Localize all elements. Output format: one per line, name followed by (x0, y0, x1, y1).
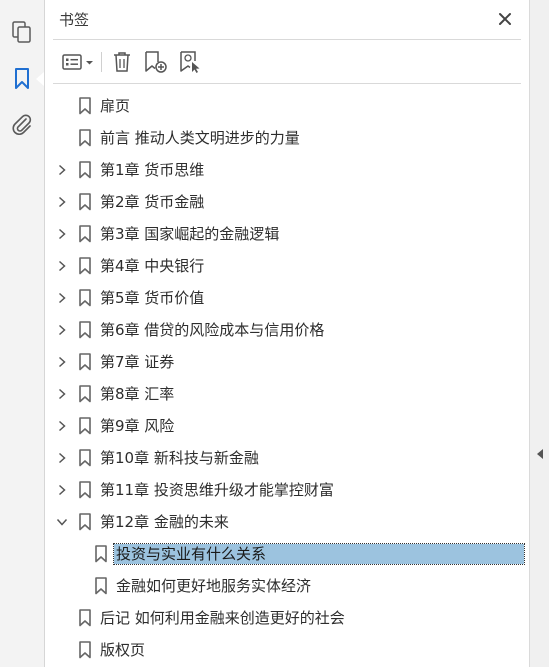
attachment-icon (12, 114, 32, 135)
bookmark-icon (78, 225, 92, 243)
bookmark-icon (78, 321, 92, 339)
bookmark-label: 第3章 国家崛起的金融逻辑 (100, 225, 280, 243)
bookmarks-panel-button[interactable] (8, 65, 36, 93)
chevron-right-icon[interactable] (55, 259, 69, 273)
bookmark-icon (78, 641, 92, 659)
bookmark-child-item[interactable]: 投资与实业有什么关系 (45, 538, 529, 570)
bookmark-label: 版权页 (100, 641, 146, 659)
bookmark-icon (78, 385, 92, 403)
find-current-bookmark-icon (180, 51, 200, 73)
chevron-right-icon[interactable] (55, 483, 69, 497)
left-tool-strip (0, 0, 45, 667)
bookmark-label: 第11章 投资思维升级才能掌控财富 (100, 481, 334, 499)
bookmark-label: 第10章 新科技与新金融 (100, 449, 259, 467)
bookmark-icon (78, 289, 92, 307)
bookmarks-toolbar (45, 40, 529, 83)
bookmark-item[interactable]: 版权页 (45, 634, 529, 666)
bookmark-item[interactable]: 第11章 投资思维升级才能掌控财富 (45, 474, 529, 506)
pages-icon (12, 21, 31, 43)
bookmark-item[interactable]: 第2章 货币金融 (45, 186, 529, 218)
bookmark-icon (78, 97, 92, 115)
bookmark-item[interactable]: 后记 如何利用金融来创造更好的社会 (45, 602, 529, 634)
bookmark-label: 第6章 借贷的风险成本与信用价格 (100, 321, 325, 339)
bookmark-item[interactable]: 第12章 金融的未来 (45, 506, 529, 538)
bookmarks-panel: 书签 扉页 前言 推动人类文明进步的力量 第1章 货币思维 第2章 货币金融 第… (45, 0, 529, 667)
bookmark-label: 第12章 金融的未来 (100, 513, 229, 531)
bookmark-icon (78, 129, 92, 147)
page-thumbnails-button[interactable] (8, 18, 36, 46)
bookmark-label: 扉页 (100, 97, 131, 115)
chevron-down-icon[interactable] (55, 515, 69, 529)
bookmark-label: 第7章 证券 (100, 353, 175, 371)
options-menu-button[interactable] (59, 48, 97, 76)
bookmark-item[interactable]: 第6章 借贷的风险成本与信用价格 (45, 314, 529, 346)
bookmark-icon (78, 449, 92, 467)
bookmark-label: 第8章 汇率 (100, 385, 175, 403)
bookmark-label: 第4章 中央银行 (100, 257, 205, 275)
find-current-bookmark-button[interactable] (178, 48, 204, 76)
collapse-panel-arrow-icon[interactable] (537, 449, 543, 459)
chevron-right-icon[interactable] (55, 323, 69, 337)
bookmark-item[interactable]: 第5章 货币价值 (45, 282, 529, 314)
right-gutter (529, 0, 549, 667)
bookmark-label: 投资与实业有什么关系 (113, 543, 525, 565)
bookmark-label: 第2章 货币金融 (100, 193, 205, 211)
active-panel-pointer (36, 72, 44, 86)
trash-icon (114, 52, 130, 72)
bookmark-label: 第9章 风险 (100, 417, 175, 435)
panel-title: 书签 (59, 11, 90, 29)
bookmark-item[interactable]: 第3章 国家崛起的金融逻辑 (45, 218, 529, 250)
bookmark-item[interactable]: 第7章 证券 (45, 346, 529, 378)
new-bookmark-icon (145, 51, 167, 73)
bookmark-icon (78, 513, 92, 531)
close-icon (499, 13, 511, 25)
chevron-right-icon[interactable] (55, 451, 69, 465)
new-bookmark-button[interactable] (143, 48, 169, 76)
bookmark-item[interactable]: 第9章 风险 (45, 410, 529, 442)
chevron-right-icon[interactable] (55, 419, 69, 433)
bookmark-icon (78, 193, 92, 211)
bookmark-icon (15, 68, 29, 89)
toolbar-divider (101, 52, 102, 72)
bookmark-label: 金融如何更好地服务实体经济 (116, 577, 312, 595)
bookmark-icon (78, 161, 92, 179)
chevron-right-icon[interactable] (55, 355, 69, 369)
bookmark-label: 第1章 货币思维 (100, 161, 205, 179)
bookmark-item[interactable]: 第4章 中央银行 (45, 250, 529, 282)
bookmark-icon (94, 577, 108, 595)
panel-header: 书签 (45, 0, 529, 38)
bookmark-icon (78, 257, 92, 275)
bookmark-item[interactable]: 前言 推动人类文明进步的力量 (45, 122, 529, 154)
bookmark-label: 第5章 货币价值 (100, 289, 205, 307)
bookmark-label: 前言 推动人类文明进步的力量 (100, 129, 300, 147)
bookmark-icon (78, 481, 92, 499)
bookmark-icon (78, 417, 92, 435)
bookmark-icon (94, 545, 108, 563)
bookmark-child-item[interactable]: 金融如何更好地服务实体经济 (45, 570, 529, 602)
bookmark-icon (78, 609, 92, 627)
chevron-right-icon[interactable] (55, 195, 69, 209)
chevron-right-icon[interactable] (55, 291, 69, 305)
bookmark-item[interactable]: 第1章 货币思维 (45, 154, 529, 186)
bookmark-item[interactable]: 扉页 (45, 90, 529, 122)
bookmark-item[interactable]: 第8章 汇率 (45, 378, 529, 410)
chevron-right-icon[interactable] (55, 163, 69, 177)
attachments-button[interactable] (8, 110, 36, 138)
chevron-right-icon[interactable] (55, 387, 69, 401)
toolbar-divider-line (53, 83, 521, 84)
delete-bookmark-button[interactable] (109, 48, 135, 76)
bookmark-label: 后记 如何利用金融来创造更好的社会 (100, 609, 345, 627)
close-panel-button[interactable] (495, 9, 515, 29)
bookmark-icon (78, 353, 92, 371)
chevron-right-icon[interactable] (55, 227, 69, 241)
bookmark-item[interactable]: 第10章 新科技与新金融 (45, 442, 529, 474)
options-list-icon (62, 54, 93, 70)
